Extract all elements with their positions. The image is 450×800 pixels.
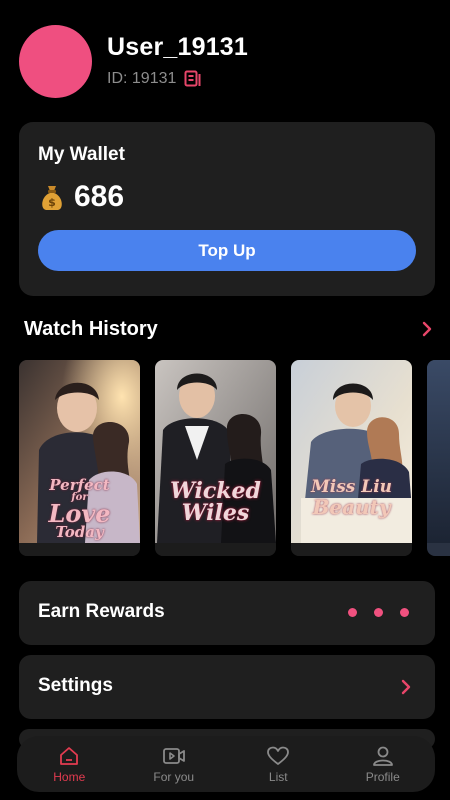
poster-title: Wicked Wiles: [155, 480, 276, 524]
poster-title-line: Wicked: [170, 478, 261, 504]
poster-title-line: Miss Liu: [310, 477, 393, 497]
chevron-right-icon: [401, 679, 411, 695]
watch-history-header[interactable]: Watch History: [24, 316, 434, 342]
poster-image: Wicked Wiles: [155, 360, 276, 543]
user-id-row: ID: 19131: [107, 70, 202, 88]
bottom-nav: Home For you List Profile: [17, 736, 435, 792]
watch-history-list: Perfect for Love Today Wicked Wiles Miss…: [19, 360, 450, 556]
poster-title-line: Wiles: [181, 500, 250, 526]
video-icon: [162, 748, 185, 764]
nav-label: Profile: [365, 770, 400, 784]
poster-title-line: Perfect: [49, 476, 110, 494]
earn-rewards-row[interactable]: Earn Rewards: [19, 581, 435, 645]
nav-label: List: [268, 770, 288, 784]
poster-title-line: Beauty: [312, 495, 391, 519]
wallet-balance: 686: [74, 180, 125, 213]
top-up-button[interactable]: Top Up: [38, 230, 416, 271]
poster-image: [427, 360, 450, 543]
history-poster-2[interactable]: Wicked Wiles: [155, 360, 276, 556]
svg-text:$: $: [48, 196, 56, 209]
avatar[interactable]: [19, 25, 92, 98]
poster-title-line: Love: [48, 499, 111, 528]
nav-home[interactable]: Home: [17, 736, 122, 792]
money-bag-icon: $: [38, 182, 66, 212]
nav-list[interactable]: List: [226, 736, 331, 792]
earn-rewards-label: Earn Rewards: [38, 601, 165, 622]
poster-title-line: Today: [55, 523, 104, 541]
nav-label: Home: [53, 770, 86, 784]
heart-icon: [267, 746, 290, 765]
settings-label: Settings: [38, 675, 113, 696]
poster-image: Miss Liu Beauty: [291, 360, 412, 543]
profile-icon: [372, 746, 393, 766]
home-icon: [60, 747, 79, 765]
history-poster-3[interactable]: Miss Liu Beauty: [291, 360, 412, 556]
wallet-balance-row: $ 686: [38, 180, 124, 214]
user-id: ID: 19131: [107, 70, 177, 87]
nav-for-you[interactable]: For you: [122, 736, 227, 792]
more-dots-icon[interactable]: [348, 608, 409, 617]
nav-profile[interactable]: Profile: [331, 736, 436, 792]
wallet-card: My Wallet $ 686 Top Up: [19, 122, 435, 296]
poster-title: Miss Liu Beauty: [291, 478, 412, 518]
username: User_19131: [107, 33, 249, 61]
poster-image: Perfect for Love Today: [19, 360, 140, 543]
profile-header: User_19131 ID: 19131: [19, 25, 439, 99]
settings-row[interactable]: Settings: [19, 655, 435, 719]
copy-id-icon[interactable]: [184, 70, 202, 88]
history-poster-4[interactable]: [427, 360, 450, 556]
nav-label: For you: [153, 770, 195, 784]
watch-history-title: Watch History: [24, 318, 158, 340]
wallet-title: My Wallet: [38, 144, 125, 165]
history-poster-1[interactable]: Perfect for Love Today: [19, 360, 140, 556]
chevron-right-icon[interactable]: [420, 320, 434, 338]
poster-title: Perfect for Love Today: [19, 478, 140, 540]
